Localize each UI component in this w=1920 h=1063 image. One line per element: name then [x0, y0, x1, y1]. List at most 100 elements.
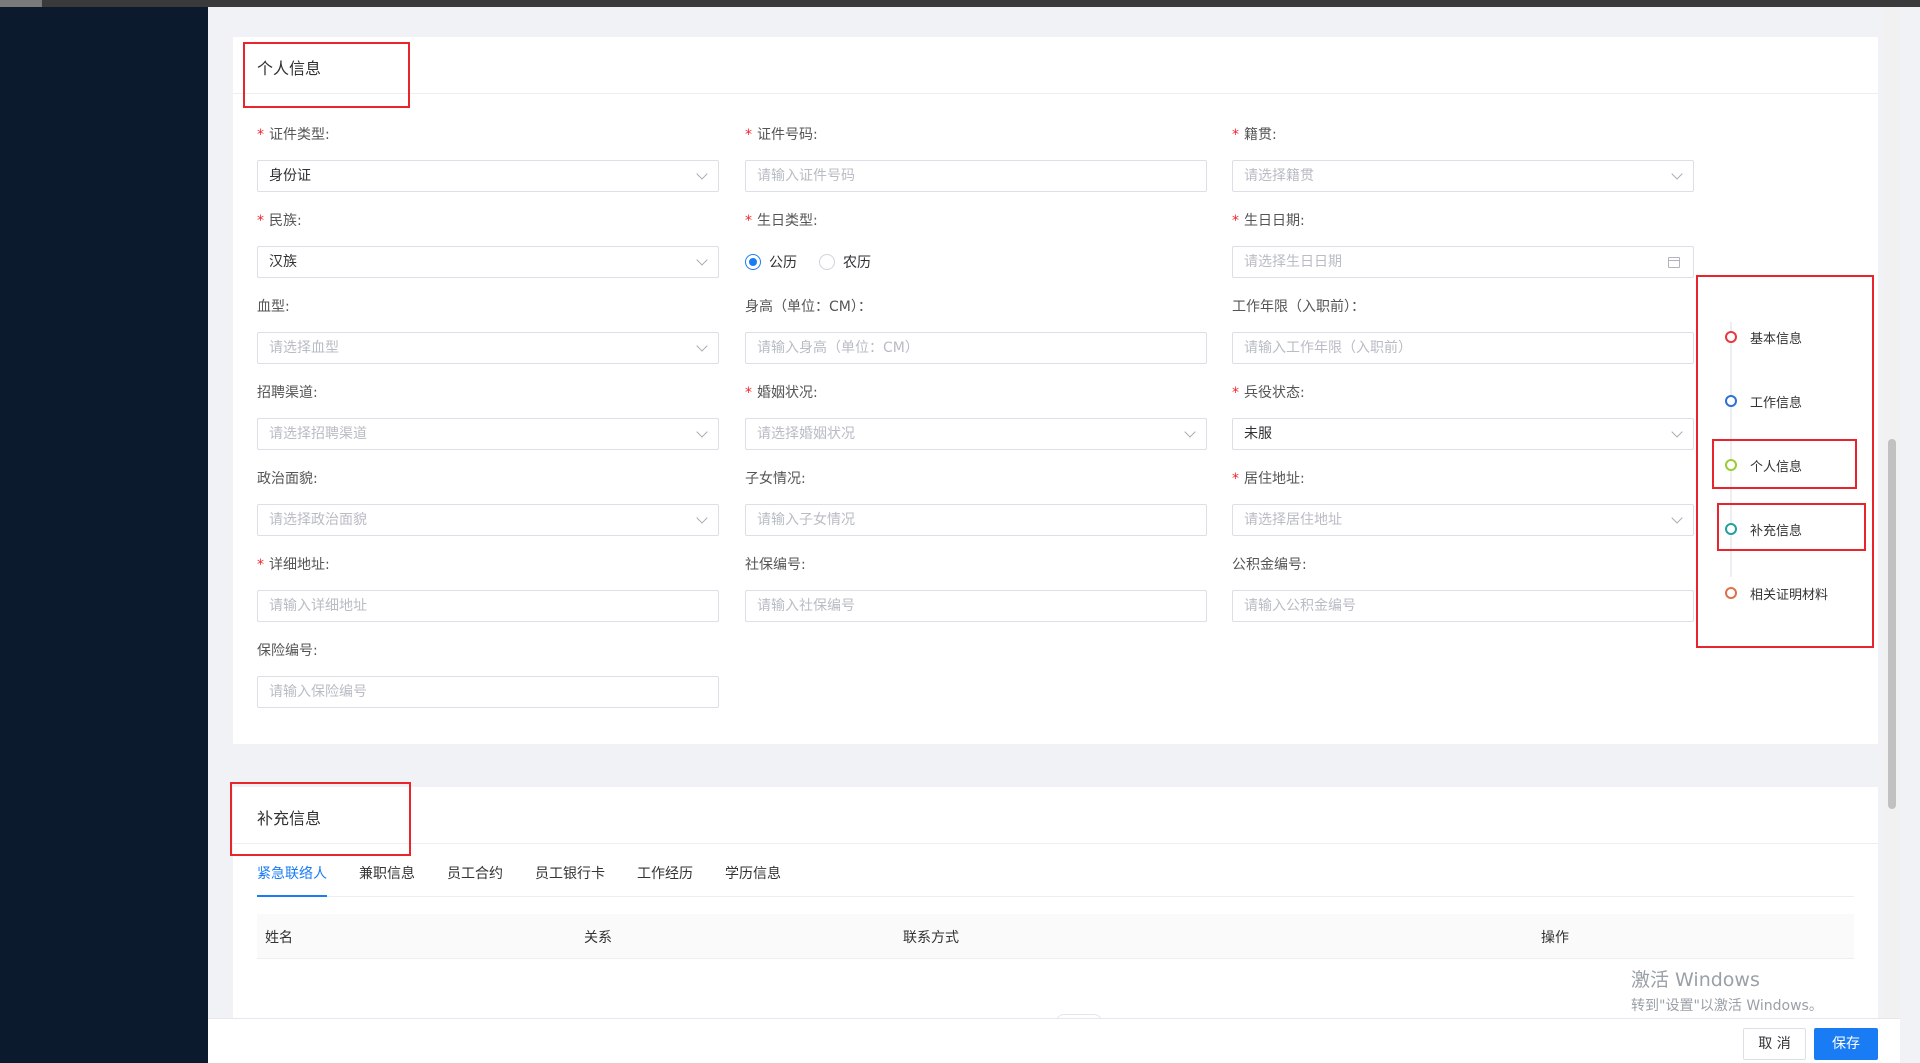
save-button[interactable]: 保存 — [1814, 1028, 1878, 1060]
anchor-label-certificates: 相关证明材料 — [1750, 587, 1829, 603]
insurance-placeholder: 请输入保险编号 — [269, 684, 367, 700]
browser-top-bar — [0, 0, 1920, 7]
page-scrollbar[interactable] — [1884, 7, 1900, 1063]
field-detail-address: * 详细地址: 请输入详细地址 — [257, 555, 719, 622]
chevron-down-icon — [1184, 426, 1196, 438]
anchor-dot-icon — [1725, 395, 1737, 407]
detail-address-label: 详细地址: — [269, 557, 330, 573]
insurance-input[interactable]: 请输入保险编号 — [257, 676, 719, 708]
scrollbar-thumb[interactable] — [1888, 439, 1896, 809]
work-years-placeholder: 请输入工作年限（入职前） — [1244, 340, 1412, 356]
field-political-status: 政治面貌: 请选择政治面貌 — [257, 469, 719, 536]
anchor-dot-icon — [1725, 587, 1737, 599]
political-status-label: 政治面貌: — [257, 471, 318, 487]
residence-label: 居住地址: — [1244, 471, 1305, 487]
required-mark: * — [1232, 471, 1239, 487]
social-security-input[interactable]: 请输入社保编号 — [745, 590, 1207, 622]
detail-address-placeholder: 请输入详细地址 — [269, 598, 367, 614]
radio-lunar[interactable]: 农历 — [819, 252, 871, 272]
tab-emergency-contact[interactable]: 紧急联络人 — [257, 863, 327, 897]
residence-select[interactable]: 请选择居住地址 — [1232, 504, 1694, 536]
height-placeholder: 请输入身高（单位：CM） — [757, 340, 919, 356]
supplement-info-header: 补充信息 — [233, 787, 1878, 844]
tab-education[interactable]: 学历信息 — [725, 863, 781, 897]
required-mark: * — [745, 213, 752, 229]
marital-status-select[interactable]: 请选择婚姻状况 — [745, 418, 1207, 450]
housing-fund-placeholder: 请输入公积金编号 — [1244, 598, 1356, 614]
anchor-dot-icon — [1725, 331, 1737, 343]
field-insurance: 保险编号: 请输入保险编号 — [257, 641, 719, 708]
ethnicity-select[interactable]: 汉族 — [257, 246, 719, 278]
radio-checked-icon — [745, 254, 761, 270]
chevron-down-icon — [696, 254, 708, 266]
id-type-select[interactable]: 身份证 — [257, 160, 719, 192]
left-navigation — [0, 7, 208, 1063]
tab-part-time[interactable]: 兼职信息 — [359, 863, 415, 897]
chevron-down-icon — [1671, 168, 1683, 180]
field-work-years: 工作年限（入职前）： 请输入工作年限（入职前） — [1232, 297, 1694, 364]
required-mark: * — [1232, 213, 1239, 229]
chevron-down-icon — [1671, 426, 1683, 438]
blood-type-placeholder: 请选择血型 — [269, 340, 339, 356]
field-id-number: * 证件号码: 请输入证件号码 — [745, 125, 1207, 192]
id-type-label: 证件类型: — [269, 127, 330, 143]
military-status-select[interactable]: 未服 — [1232, 418, 1694, 450]
detail-address-input[interactable]: 请输入详细地址 — [257, 590, 719, 622]
height-label: 身高（单位：CM）： — [745, 299, 872, 315]
column-header-name: 姓名 — [265, 930, 293, 946]
field-birth-date: * 生日日期: 请选择生日日期 — [1232, 211, 1694, 278]
tab-contract[interactable]: 员工合约 — [447, 863, 503, 897]
column-header-contact: 联系方式 — [903, 930, 959, 946]
tab-bank-card[interactable]: 员工银行卡 — [535, 863, 605, 897]
main-content: 个人信息 * 证件类型: 身份证 * 证件号码: 请输入证件号码 * 籍贯: 请选择籍… — [208, 7, 1900, 1063]
birth-date-label: 生日日期: — [1244, 213, 1305, 229]
calendar-icon — [1668, 257, 1680, 268]
field-native-place: * 籍贯: 请选择籍贯 — [1232, 125, 1694, 192]
watermark-line1: 激活 Windows — [1631, 969, 1760, 991]
recruit-channel-placeholder: 请选择招聘渠道 — [269, 426, 367, 442]
anchor-dot-icon — [1725, 523, 1737, 535]
children-input[interactable]: 请输入子女情况 — [745, 504, 1207, 536]
anchor-item-work-info[interactable]: 工作信息 — [1725, 391, 1875, 411]
tab-work-experience[interactable]: 工作经历 — [637, 863, 693, 897]
birth-date-picker[interactable]: 请选择生日日期 — [1232, 246, 1694, 278]
political-status-select[interactable]: 请选择政治面貌 — [257, 504, 719, 536]
field-id-type: * 证件类型: 身份证 — [257, 125, 719, 192]
required-mark: * — [745, 127, 752, 143]
native-place-label: 籍贯: — [1244, 127, 1277, 143]
blood-type-label: 血型: — [257, 299, 290, 315]
blood-type-select[interactable]: 请选择血型 — [257, 332, 719, 364]
military-status-value: 未服 — [1244, 426, 1272, 442]
windows-activation-watermark: 激活 Windows 转到"设置"以激活 Windows。 — [1631, 965, 1823, 1015]
anchor-item-certificates[interactable]: 相关证明材料 — [1725, 583, 1875, 603]
marital-status-placeholder: 请选择婚姻状况 — [757, 426, 855, 442]
housing-fund-input[interactable]: 请输入公积金编号 — [1232, 590, 1694, 622]
footer-action-bar: 取 消 保存 — [208, 1018, 1900, 1063]
marital-status-label: 婚姻状况: — [757, 385, 818, 401]
field-birthday-type: * 生日类型: 公历 农历 — [745, 211, 1207, 278]
highlight-box-personal-title — [243, 42, 410, 108]
highlight-box-anchor-supplement — [1717, 503, 1866, 551]
field-height: 身高（单位：CM）： 请输入身高（单位：CM） — [745, 297, 1207, 364]
anchor-item-basic-info[interactable]: 基本信息 — [1725, 327, 1875, 347]
height-input[interactable]: 请输入身高（单位：CM） — [745, 332, 1207, 364]
required-mark: * — [745, 385, 752, 401]
military-status-label: 兵役状态: — [1244, 385, 1305, 401]
id-number-input[interactable]: 请输入证件号码 — [745, 160, 1207, 192]
radio-solar[interactable]: 公历 — [745, 252, 797, 272]
children-placeholder: 请输入子女情况 — [757, 512, 855, 528]
residence-placeholder: 请选择居住地址 — [1244, 512, 1342, 528]
native-place-placeholder: 请选择籍贯 — [1244, 168, 1314, 184]
watermark-line2: 转到"设置"以激活 Windows。 — [1631, 998, 1823, 1014]
required-mark: * — [1232, 127, 1239, 143]
cancel-button[interactable]: 取 消 — [1743, 1028, 1806, 1060]
work-years-input[interactable]: 请输入工作年限（入职前） — [1232, 332, 1694, 364]
birthday-type-radio-group: 公历 农历 — [745, 246, 1207, 278]
id-type-value: 身份证 — [269, 168, 311, 184]
ethnicity-label: 民族: — [269, 213, 302, 229]
recruit-channel-label: 招聘渠道: — [257, 385, 318, 401]
recruit-channel-select[interactable]: 请选择招聘渠道 — [257, 418, 719, 450]
native-place-select[interactable]: 请选择籍贯 — [1232, 160, 1694, 192]
field-marital-status: * 婚姻状况: 请选择婚姻状况 — [745, 383, 1207, 450]
radio-solar-label: 公历 — [769, 255, 797, 271]
